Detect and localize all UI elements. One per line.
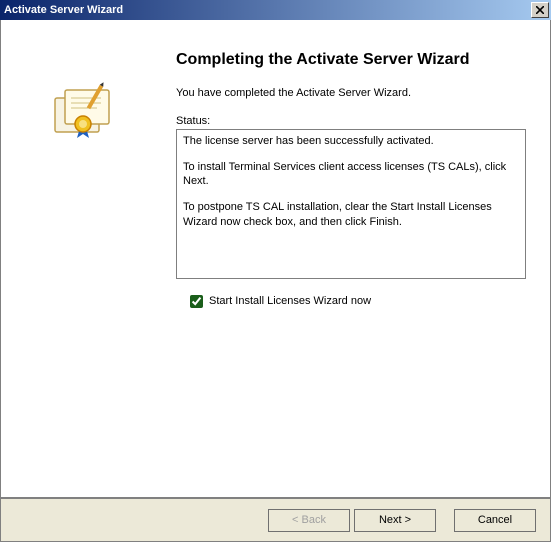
back-button: < Back <box>268 509 350 532</box>
status-label: Status: <box>176 115 526 127</box>
status-box: The license server has been successfully… <box>176 129 526 279</box>
checkbox-label: Start Install Licenses Wizard now <box>209 295 371 307</box>
window-title: Activate Server Wizard <box>4 4 123 16</box>
close-button[interactable] <box>531 2 549 18</box>
status-line: The license server has been successfully… <box>183 134 519 149</box>
titlebar: Activate Server Wizard <box>0 0 551 20</box>
wizard-body: Completing the Activate Server Wizard Yo… <box>0 20 551 498</box>
close-icon <box>536 6 544 14</box>
certificate-icon <box>49 80 119 150</box>
button-bar: < Back Next > Cancel <box>0 498 551 542</box>
status-line: To install Terminal Services client acce… <box>183 160 519 190</box>
titlebar-buttons <box>531 0 551 20</box>
right-panel: Completing the Activate Server Wizard Yo… <box>166 20 550 497</box>
page-heading: Completing the Activate Server Wizard <box>176 50 526 71</box>
status-line: To postpone TS CAL installation, clear t… <box>183 200 519 230</box>
cancel-button[interactable]: Cancel <box>454 509 536 532</box>
left-panel <box>1 20 166 497</box>
next-button[interactable]: Next > <box>354 509 436 532</box>
start-wizard-checkbox-row[interactable]: Start Install Licenses Wizard now <box>176 295 526 308</box>
start-wizard-checkbox[interactable] <box>190 295 203 308</box>
page-subtext: You have completed the Activate Server W… <box>176 87 526 99</box>
nav-button-group: < Back Next > <box>268 509 436 532</box>
